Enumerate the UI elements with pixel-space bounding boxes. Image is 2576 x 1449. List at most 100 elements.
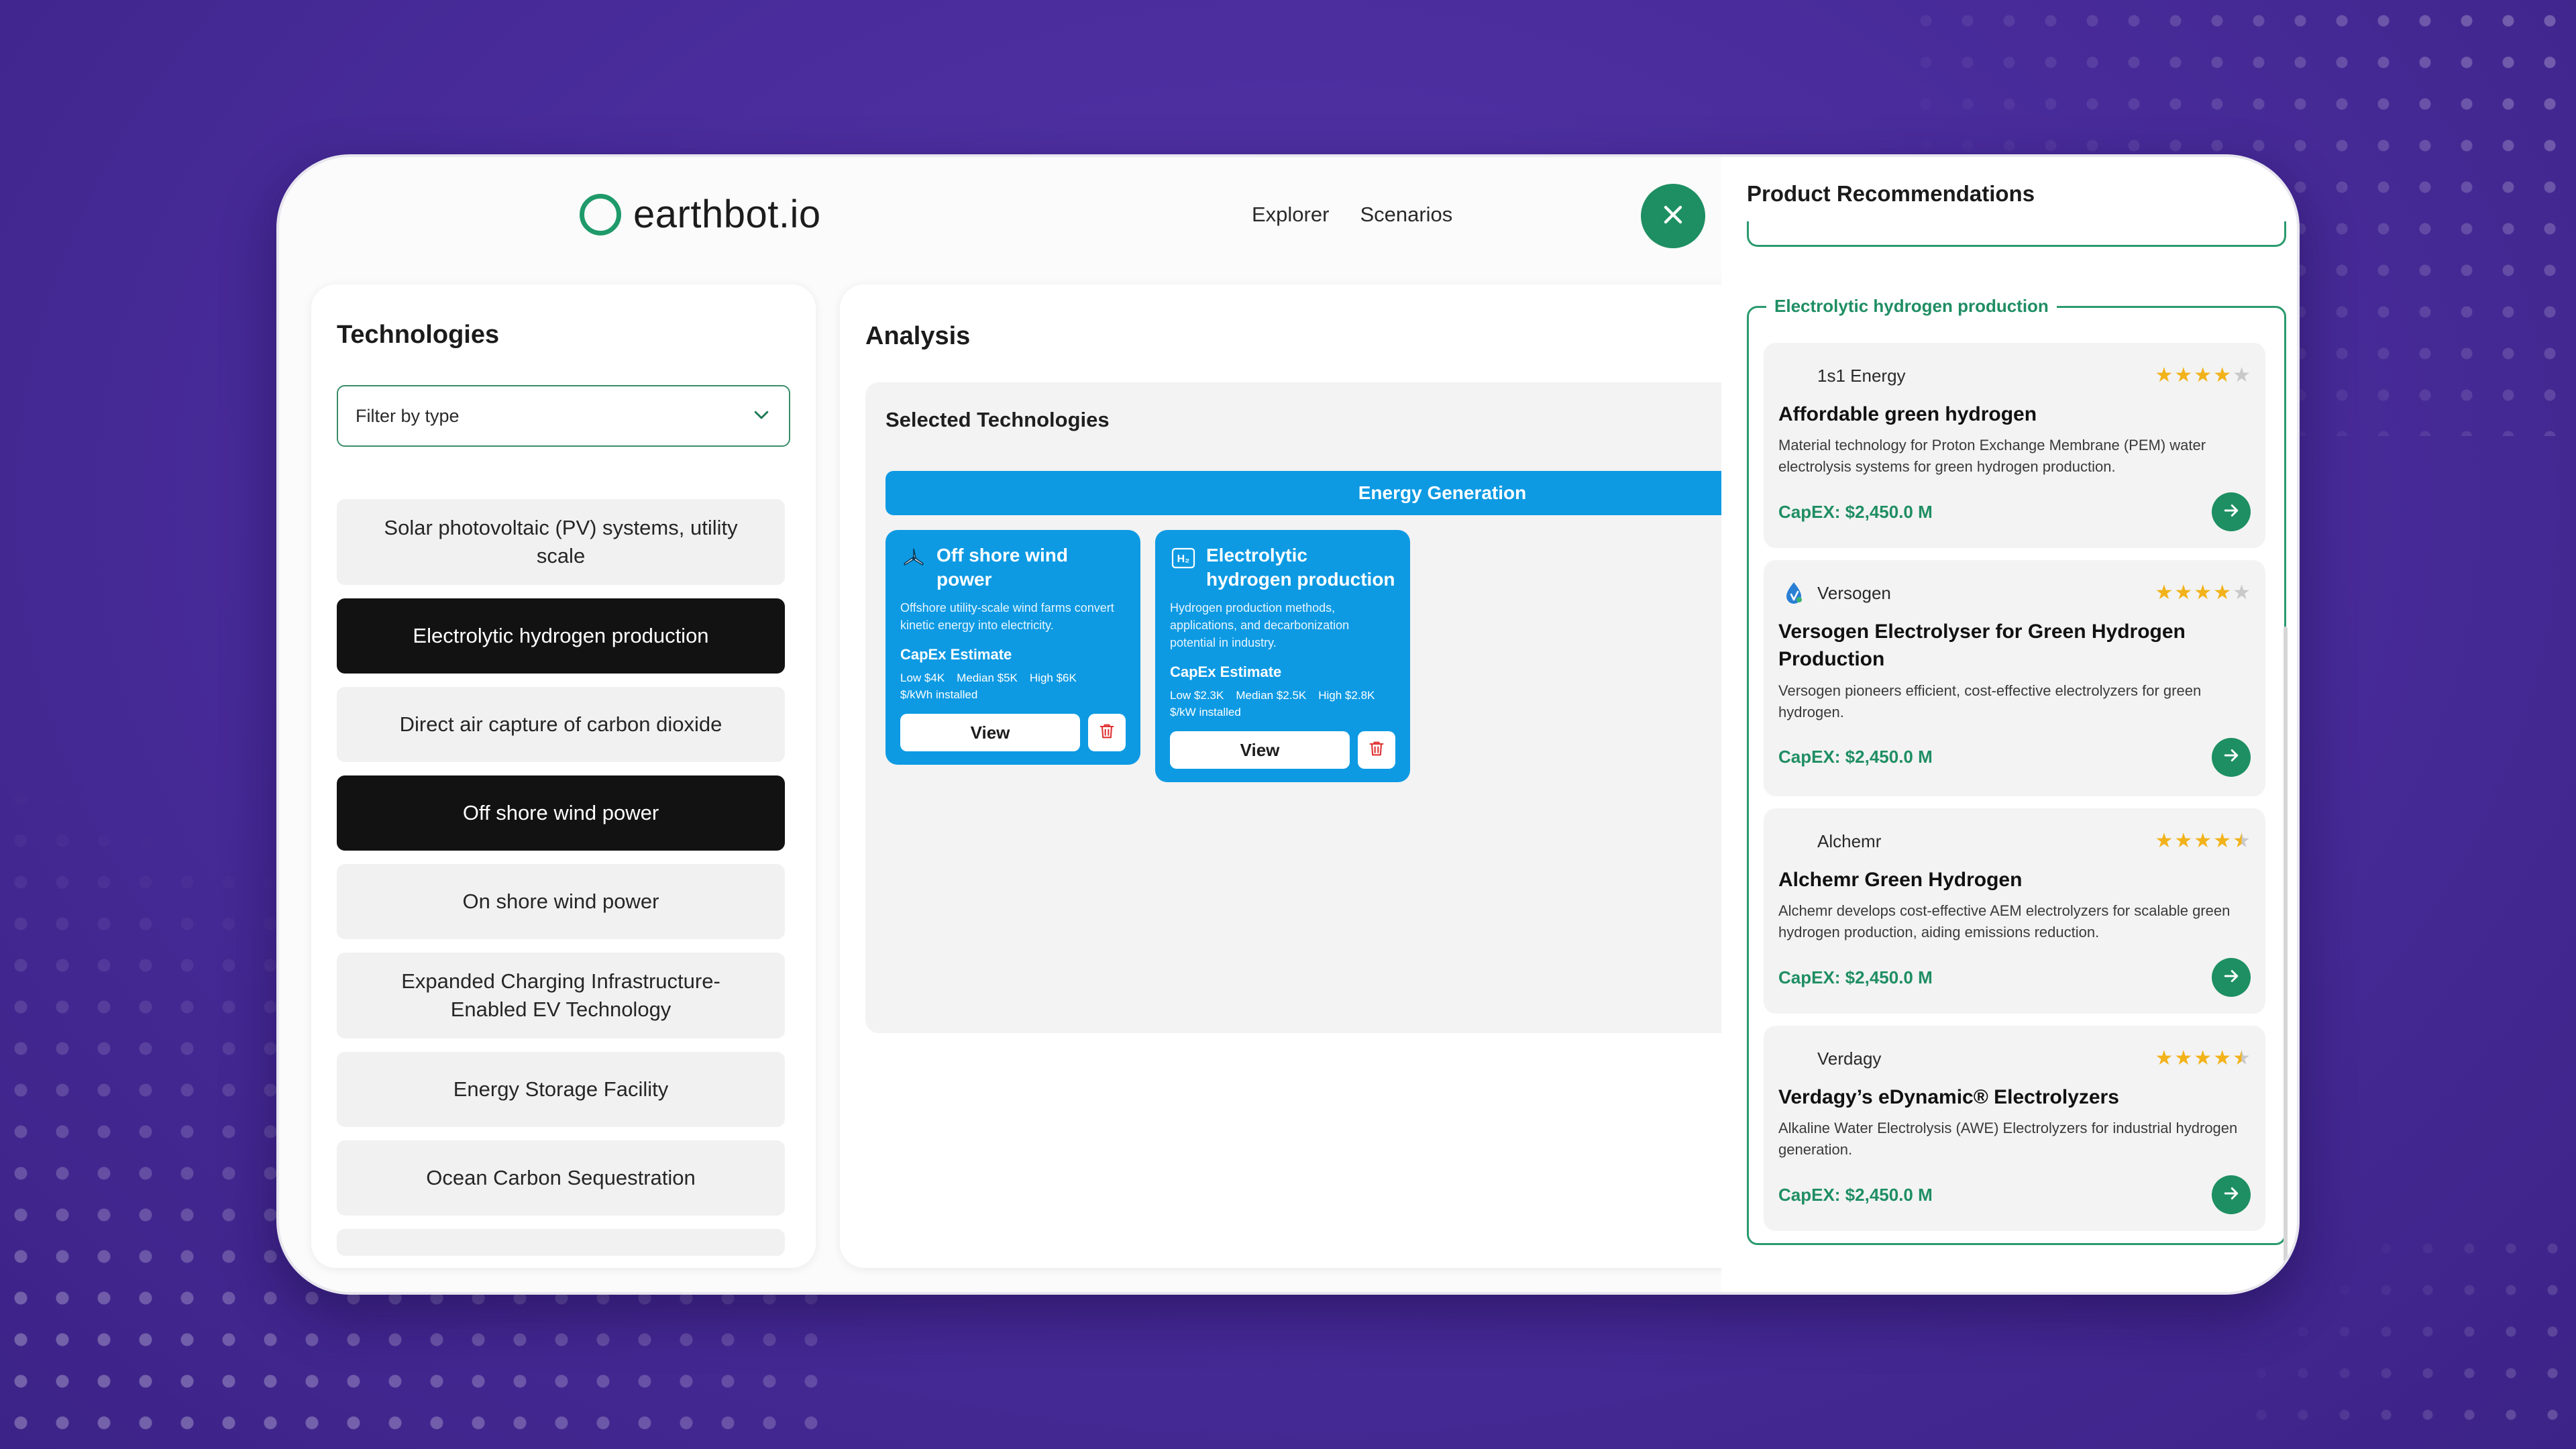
tech-item-label: On shore wind power bbox=[462, 890, 659, 914]
delete-button[interactable] bbox=[1088, 714, 1126, 752]
star-icon: ★ bbox=[2155, 364, 2174, 386]
open-product-button[interactable] bbox=[2212, 737, 2251, 777]
tech-card-offshore-wind: Off shore wind power Offshore utility-sc… bbox=[885, 530, 1140, 765]
arrow-right-icon bbox=[2221, 1183, 2241, 1207]
filter-by-type-select[interactable]: Filter by type bbox=[337, 385, 790, 447]
brand-logo[interactable]: earthbot.io bbox=[580, 192, 821, 237]
view-button[interactable]: View bbox=[1170, 731, 1350, 769]
hydrogen-icon: H₂ bbox=[1170, 545, 1197, 572]
recommendations-scrollbar[interactable] bbox=[2284, 627, 2288, 1292]
logo-ring-icon bbox=[580, 193, 621, 235]
star-icon: ★ bbox=[2213, 364, 2232, 386]
star-icon: ★ bbox=[2174, 830, 2193, 852]
product-title: Affordable green hydrogen bbox=[1778, 403, 2037, 425]
trash-icon bbox=[1367, 739, 1386, 761]
recommendation-group: Electrolytic hydrogen production 1s1 Ene… bbox=[1747, 296, 2286, 1245]
card-title: Electrolytic hydrogen production bbox=[1206, 545, 1395, 590]
product-title: Versogen Electrolyser for Green Hydrogen… bbox=[1778, 621, 2186, 671]
tech-item-label: Ocean Carbon Sequestration bbox=[426, 1166, 696, 1190]
tech-item-partial[interactable] bbox=[337, 1229, 785, 1256]
tech-item-label: Off shore wind power bbox=[462, 801, 659, 825]
capex-label: CapEx Estimate bbox=[900, 645, 1012, 663]
capex-median: Median $5K bbox=[957, 671, 1018, 684]
brand-name: earthbot.io bbox=[633, 193, 821, 236]
device-frame: earthbot.io Explorer Scenarios Technolog… bbox=[276, 154, 2300, 1295]
svg-text:H₂: H₂ bbox=[1177, 553, 1190, 565]
tech-card-electrolytic-hydrogen: H₂ Electrolytic hydrogen production Hydr… bbox=[1155, 530, 1410, 783]
open-product-button[interactable] bbox=[2212, 958, 2251, 998]
product-description: Versogen pioneers efficient, cost-effect… bbox=[1778, 682, 2202, 720]
technologies-title: Technologies bbox=[337, 321, 500, 349]
selected-technologies-box: Selected Technologies Energy Generation bbox=[865, 382, 1779, 1033]
vendor-name: 1s1 Energy bbox=[1817, 365, 1906, 386]
tech-item-electrolytic-hydrogen[interactable]: Electrolytic hydrogen production bbox=[337, 598, 785, 674]
technologies-panel: Technologies Filter by type Solar photov… bbox=[311, 284, 816, 1268]
card-description: Hydrogen production methods, application… bbox=[1170, 600, 1350, 649]
star-icon: ★ bbox=[2213, 1047, 2232, 1069]
tech-item-offshore-wind[interactable]: Off shore wind power bbox=[337, 775, 785, 851]
nav-scenarios[interactable]: Scenarios bbox=[1360, 203, 1452, 227]
analysis-panel: Analysis Selected Technologies Energy Ge… bbox=[840, 284, 1779, 1268]
card-description: Offshore utility-scale wind farms conver… bbox=[900, 600, 1114, 632]
open-product-button[interactable] bbox=[2212, 1175, 2251, 1215]
product-description: Material technology for Proton Exchange … bbox=[1778, 437, 2206, 476]
product-recommendations-panel: Product Recommendations Electrolytic hyd… bbox=[1721, 157, 2297, 1292]
filter-placeholder: Filter by type bbox=[356, 405, 460, 426]
star-empty-icon: ★ bbox=[2233, 582, 2251, 604]
analysis-title: Analysis bbox=[865, 322, 971, 350]
star-rating: ★ ★ ★ ★ ★ bbox=[2155, 366, 2251, 386]
vendor-name: Alchemr bbox=[1817, 830, 1882, 851]
product-capex: CapEX: $2,450.0 M bbox=[1778, 1184, 1933, 1205]
capex-label: CapEx Estimate bbox=[1170, 663, 1282, 681]
capex-unit: $/kWh installed bbox=[900, 688, 978, 702]
star-icon: ★ bbox=[2194, 1047, 2212, 1069]
trash-icon bbox=[1097, 722, 1116, 744]
product-card[interactable]: 1s1 Energy ★ ★ ★ ★ ★ Affordable green hy… bbox=[1764, 343, 2265, 548]
star-icon: ★ bbox=[2155, 830, 2174, 852]
card-title: Off shore wind power bbox=[936, 545, 1068, 590]
tech-item-energy-storage[interactable]: Energy Storage Facility bbox=[337, 1052, 785, 1127]
star-icon: ★ bbox=[2194, 830, 2212, 852]
product-card[interactable]: Verdagy ★ ★ ★ ★ ★ Verdagy’s eDynamic® El… bbox=[1764, 1026, 2265, 1231]
tech-item-onshore-wind[interactable]: On shore wind power bbox=[337, 864, 785, 939]
tech-item-ocean-carbon[interactable]: Ocean Carbon Sequestration bbox=[337, 1140, 785, 1216]
open-product-button[interactable] bbox=[2212, 492, 2251, 532]
vendor-logo bbox=[1778, 360, 1809, 391]
capex-median: Median $2.5K bbox=[1236, 689, 1307, 702]
capex-high: High $2.8K bbox=[1318, 689, 1375, 702]
star-icon: ★ bbox=[2194, 582, 2212, 604]
capex-high: High $6K bbox=[1029, 671, 1077, 684]
arrow-right-icon bbox=[2221, 500, 2241, 524]
vendor-logo bbox=[1778, 826, 1809, 857]
tech-item-solar-pv[interactable]: Solar photovoltaic (PV) systems, utility… bbox=[337, 499, 785, 585]
tech-item-direct-air-capture[interactable]: Direct air capture of carbon dioxide bbox=[337, 687, 785, 762]
star-icon: ★ bbox=[2174, 1047, 2193, 1069]
star-rating: ★ ★ ★ ★ ★ bbox=[2155, 831, 2251, 851]
vendor-name: Verdagy bbox=[1817, 1048, 1882, 1069]
product-card[interactable]: Alchemr ★ ★ ★ ★ ★ Alchemr Green Hydrogen… bbox=[1764, 808, 2265, 1014]
product-card[interactable]: Versogen ★ ★ ★ ★ ★ Versogen Electrolyser… bbox=[1764, 560, 2265, 796]
tech-item-label: Solar photovoltaic (PV) systems, utility… bbox=[384, 516, 738, 568]
arrow-right-icon bbox=[2221, 745, 2241, 769]
product-capex: CapEX: $2,450.0 M bbox=[1778, 967, 1933, 987]
nav-explorer[interactable]: Explorer bbox=[1252, 203, 1329, 227]
star-icon: ★ bbox=[2213, 830, 2232, 852]
vendor-name: Versogen bbox=[1817, 582, 1891, 603]
arrow-right-icon bbox=[2221, 966, 2241, 989]
star-icon: ★ bbox=[2174, 582, 2193, 604]
delete-button[interactable] bbox=[1358, 731, 1395, 769]
product-capex: CapEX: $2,450.0 M bbox=[1778, 747, 1933, 767]
tech-item-label: Expanded Charging Infrastructure-Enabled… bbox=[401, 969, 720, 1021]
star-icon: ★ bbox=[2194, 364, 2212, 386]
close-button[interactable] bbox=[1641, 184, 1705, 248]
close-icon bbox=[1658, 200, 1688, 233]
selected-technologies-title: Selected Technologies bbox=[885, 408, 1110, 431]
tech-item-ev-charging[interactable]: Expanded Charging Infrastructure-Enabled… bbox=[337, 953, 785, 1038]
technology-list: Solar photovoltaic (PV) systems, utility… bbox=[337, 499, 785, 1268]
previous-group-box bbox=[1747, 221, 2286, 247]
star-icon: ★ bbox=[2213, 582, 2232, 604]
star-half-icon: ★ bbox=[2233, 1047, 2251, 1069]
product-title: Alchemr Green Hydrogen bbox=[1778, 869, 2023, 891]
star-icon: ★ bbox=[2155, 582, 2174, 604]
view-button[interactable]: View bbox=[900, 714, 1080, 752]
